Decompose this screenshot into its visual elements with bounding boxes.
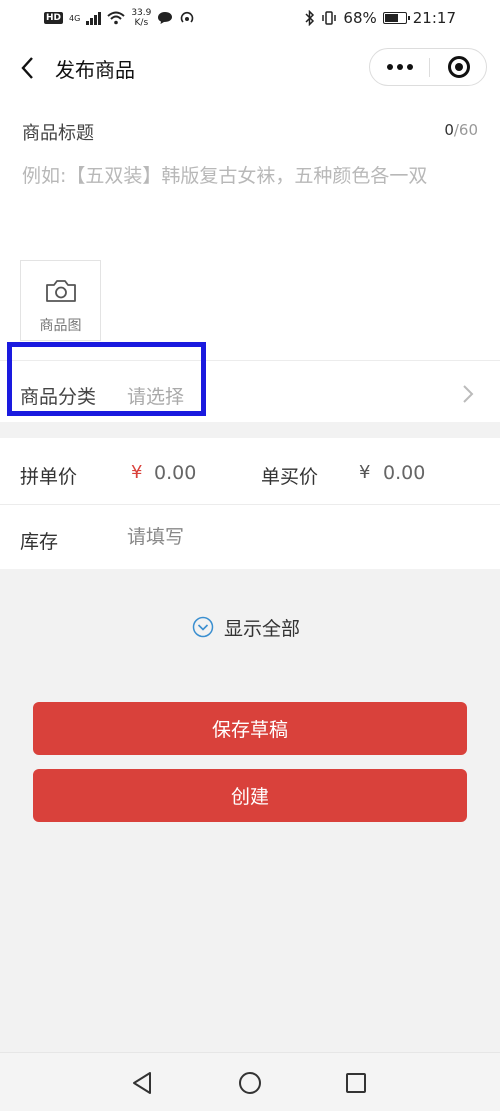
group-price-label: 拼单价 xyxy=(20,462,77,489)
product-basic-card: 商品标题 0/60 商品图 商品分类 请选择 xyxy=(0,100,500,422)
chevron-down-circle-icon xyxy=(192,616,214,638)
title-label: 商品标题 xyxy=(22,123,94,144)
battery-icon xyxy=(382,12,410,24)
group-price-label-text: 单价 xyxy=(39,466,78,488)
system-home-icon[interactable] xyxy=(239,1072,261,1094)
hd-icon: HD xyxy=(44,12,64,24)
divider xyxy=(0,504,500,505)
net-speed-unit: K/s xyxy=(134,18,149,28)
stock-input[interactable] xyxy=(127,522,427,552)
page-title: 发布商品 xyxy=(55,58,135,82)
title-char-max: /60 xyxy=(453,121,478,139)
bluetooth-icon xyxy=(305,10,315,26)
single-price-input[interactable]: 0.00 xyxy=(383,462,425,484)
title-char-counter: 0/60 xyxy=(444,121,478,139)
nav-bar: 发布商品 xyxy=(0,36,500,100)
net-speed-value: 33.9 xyxy=(131,8,152,18)
product-image-label: 商品图 xyxy=(39,318,82,334)
status-bar: HD 4G 33.9 K/s 68% 21:17 xyxy=(0,0,500,36)
title-char-count: 0 xyxy=(444,121,454,139)
capsule-divider xyxy=(429,58,430,77)
show-all-toggle[interactable]: 显示全部 xyxy=(192,613,300,641)
show-all-label: 显示全部 xyxy=(224,617,301,640)
vibrate-icon xyxy=(322,11,337,25)
group-price-input[interactable]: 0.00 xyxy=(154,462,196,484)
group-price-currency: ¥ xyxy=(131,462,143,483)
title-input[interactable] xyxy=(22,160,480,224)
hotspot-icon xyxy=(181,11,194,23)
network-type-label: 4G xyxy=(69,13,81,23)
system-back-icon[interactable] xyxy=(131,1071,153,1095)
close-circle-icon[interactable] xyxy=(448,56,470,78)
system-nav-bar xyxy=(0,1052,500,1111)
battery-percent: 68% xyxy=(343,9,377,27)
status-left: HD 4G 33.9 K/s xyxy=(44,8,195,28)
chat-bubble-icon xyxy=(158,12,173,24)
mini-program-capsule xyxy=(369,48,487,86)
single-price-currency: ¥ xyxy=(359,462,371,483)
single-price-label: 单买价 xyxy=(261,466,319,488)
group-price-prefix: 拼 xyxy=(20,466,40,488)
chevron-right-icon[interactable] xyxy=(462,384,474,404)
signal-bars-icon xyxy=(86,11,102,25)
clock: 21:17 xyxy=(412,9,456,27)
wifi-icon xyxy=(107,11,125,25)
product-image-upload[interactable]: 商品图 xyxy=(20,260,101,341)
more-dots-icon[interactable] xyxy=(370,49,429,85)
stock-label: 库存 xyxy=(20,531,59,553)
back-arrow-icon[interactable] xyxy=(20,56,36,80)
annotation-highlight-box xyxy=(7,342,206,416)
save-draft-button[interactable]: 保存草稿 xyxy=(33,702,467,755)
net-speed: 33.9 K/s xyxy=(131,8,151,28)
create-button[interactable]: 创建 xyxy=(33,769,467,822)
price-stock-card: 拼单价 ¥ 0.00 单买价 ¥ 0.00 库存 xyxy=(0,438,500,569)
status-right: 68% 21:17 xyxy=(305,9,456,27)
system-recents-icon[interactable] xyxy=(346,1073,366,1093)
camera-icon xyxy=(46,280,76,302)
